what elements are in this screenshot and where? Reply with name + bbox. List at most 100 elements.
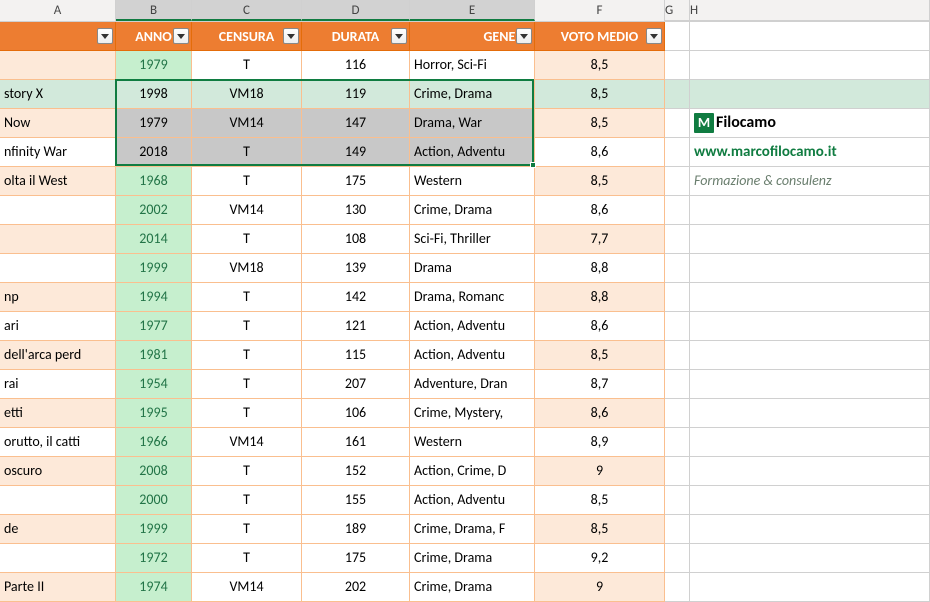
cell-anno[interactable]: 1994: [116, 283, 192, 312]
cell-voto[interactable]: 8,5: [535, 51, 665, 80]
cell-titolo[interactable]: story X: [0, 80, 116, 109]
filter-icon[interactable]: [391, 28, 407, 44]
cell-censura[interactable]: T: [192, 486, 302, 515]
table-row[interactable]: np1994T142Drama, Romanc8,8: [0, 283, 930, 312]
header-censura[interactable]: CENSURA: [192, 22, 302, 51]
cell-anno[interactable]: 1966: [116, 428, 192, 457]
cell-sidebar[interactable]: [690, 196, 930, 225]
cell-voto[interactable]: 8,5: [535, 341, 665, 370]
cell-blank[interactable]: [665, 283, 690, 312]
cell-anno[interactable]: 1974: [116, 573, 192, 602]
cell-blank[interactable]: [665, 80, 690, 109]
cell-genere[interactable]: Adventure, Dran: [410, 370, 535, 399]
table-row[interactable]: etti1995T106Crime, Mystery,8,6: [0, 399, 930, 428]
cell-anno[interactable]: 1998: [116, 80, 192, 109]
cell-titolo[interactable]: [0, 486, 116, 515]
cell-durata[interactable]: 147: [302, 109, 410, 138]
cell-titolo[interactable]: etti: [0, 399, 116, 428]
cell-titolo[interactable]: np: [0, 283, 116, 312]
header-genere[interactable]: GENERE: [410, 22, 535, 51]
cell-durata[interactable]: 175: [302, 544, 410, 573]
cell-genere[interactable]: Crime, Drama: [410, 80, 535, 109]
cell-durata[interactable]: 121: [302, 312, 410, 341]
cell-censura[interactable]: T: [192, 225, 302, 254]
table-row[interactable]: story X1998VM18119Crime, Drama8,5: [0, 80, 930, 109]
cell-censura[interactable]: T: [192, 399, 302, 428]
cell-voto[interactable]: 9: [535, 573, 665, 602]
cell-sidebar[interactable]: www.marcofilocamo.it: [690, 138, 930, 167]
cell-durata[interactable]: 155: [302, 486, 410, 515]
cell-titolo[interactable]: [0, 51, 116, 80]
col-header-A[interactable]: A: [0, 0, 116, 21]
cell-genere[interactable]: Crime, Drama: [410, 196, 535, 225]
col-header-D[interactable]: D: [302, 0, 410, 21]
cell-titolo[interactable]: oscuro: [0, 457, 116, 486]
col-header-C[interactable]: C: [192, 0, 302, 21]
cell-anno[interactable]: 1979: [116, 109, 192, 138]
cell-censura[interactable]: T: [192, 138, 302, 167]
cell-genere[interactable]: Crime, Drama: [410, 573, 535, 602]
cell-genere[interactable]: Western: [410, 428, 535, 457]
table-row[interactable]: 1979T116Horror, Sci-Fi8,5: [0, 51, 930, 80]
cell-blank[interactable]: [665, 486, 690, 515]
table-row[interactable]: orutto, il catti1966VM14161Western8,9: [0, 428, 930, 457]
cell-voto[interactable]: 8,5: [535, 515, 665, 544]
cell-censura[interactable]: T: [192, 341, 302, 370]
cell-sidebar[interactable]: [690, 341, 930, 370]
cell-titolo[interactable]: [0, 225, 116, 254]
cell-durata[interactable]: 108: [302, 225, 410, 254]
brand-url[interactable]: www.marcofilocamo.it: [694, 143, 837, 161]
cell-blank[interactable]: [665, 312, 690, 341]
cell-voto[interactable]: 7,7: [535, 225, 665, 254]
table-row[interactable]: Parte II1974VM14202Crime, Drama9: [0, 573, 930, 602]
cell-genere[interactable]: Crime, Drama: [410, 544, 535, 573]
cell-genere[interactable]: Action, Adventu: [410, 138, 535, 167]
cell-genere[interactable]: Action, Adventu: [410, 341, 535, 370]
cell-anno[interactable]: 1954: [116, 370, 192, 399]
cell-sidebar[interactable]: [690, 515, 930, 544]
cell-sidebar[interactable]: MFilocamo: [690, 109, 930, 138]
cell-censura[interactable]: T: [192, 515, 302, 544]
cell-durata[interactable]: 152: [302, 457, 410, 486]
cell-censura[interactable]: T: [192, 457, 302, 486]
cell-voto[interactable]: 8,5: [535, 167, 665, 196]
cell-censura[interactable]: VM18: [192, 254, 302, 283]
cell-durata[interactable]: 161: [302, 428, 410, 457]
cell-voto[interactable]: 9: [535, 457, 665, 486]
cell-voto[interactable]: 8,8: [535, 283, 665, 312]
header-voto[interactable]: VOTO MEDIO: [535, 22, 665, 51]
cell-durata[interactable]: 175: [302, 167, 410, 196]
cell-anno[interactable]: 1979: [116, 51, 192, 80]
cell-anno[interactable]: 2008: [116, 457, 192, 486]
cell-blank[interactable]: [665, 109, 690, 138]
cell-voto[interactable]: 8,9: [535, 428, 665, 457]
cell-anno[interactable]: 1981: [116, 341, 192, 370]
cell-blank[interactable]: [665, 254, 690, 283]
cell-voto[interactable]: 8,6: [535, 399, 665, 428]
cell-sidebar[interactable]: [690, 457, 930, 486]
cell-durata[interactable]: 139: [302, 254, 410, 283]
cell-blank[interactable]: [665, 428, 690, 457]
cell-sidebar[interactable]: [690, 283, 930, 312]
cell-genere[interactable]: Drama: [410, 254, 535, 283]
worksheet[interactable]: ANNO CENSURA DURATA GENERE VOTO MEDIO 19…: [0, 22, 930, 602]
cell-censura[interactable]: VM18: [192, 80, 302, 109]
col-header-G[interactable]: G: [665, 0, 690, 21]
cell-titolo[interactable]: Now: [0, 109, 116, 138]
cell-titolo[interactable]: [0, 254, 116, 283]
filter-icon[interactable]: [283, 28, 299, 44]
cell-blank[interactable]: [665, 573, 690, 602]
cell-censura[interactable]: T: [192, 51, 302, 80]
cell-durata[interactable]: 207: [302, 370, 410, 399]
cell-blank[interactable]: [690, 22, 930, 51]
cell-durata[interactable]: 130: [302, 196, 410, 225]
cell-genere[interactable]: Action, Adventu: [410, 312, 535, 341]
cell-durata[interactable]: 149: [302, 138, 410, 167]
cell-blank[interactable]: [665, 370, 690, 399]
cell-titolo[interactable]: orutto, il catti: [0, 428, 116, 457]
cell-blank[interactable]: [665, 51, 690, 80]
cell-sidebar[interactable]: [690, 573, 930, 602]
table-row[interactable]: oscuro2008T152Action, Crime, D9: [0, 457, 930, 486]
cell-censura[interactable]: T: [192, 370, 302, 399]
cell-anno[interactable]: 2014: [116, 225, 192, 254]
